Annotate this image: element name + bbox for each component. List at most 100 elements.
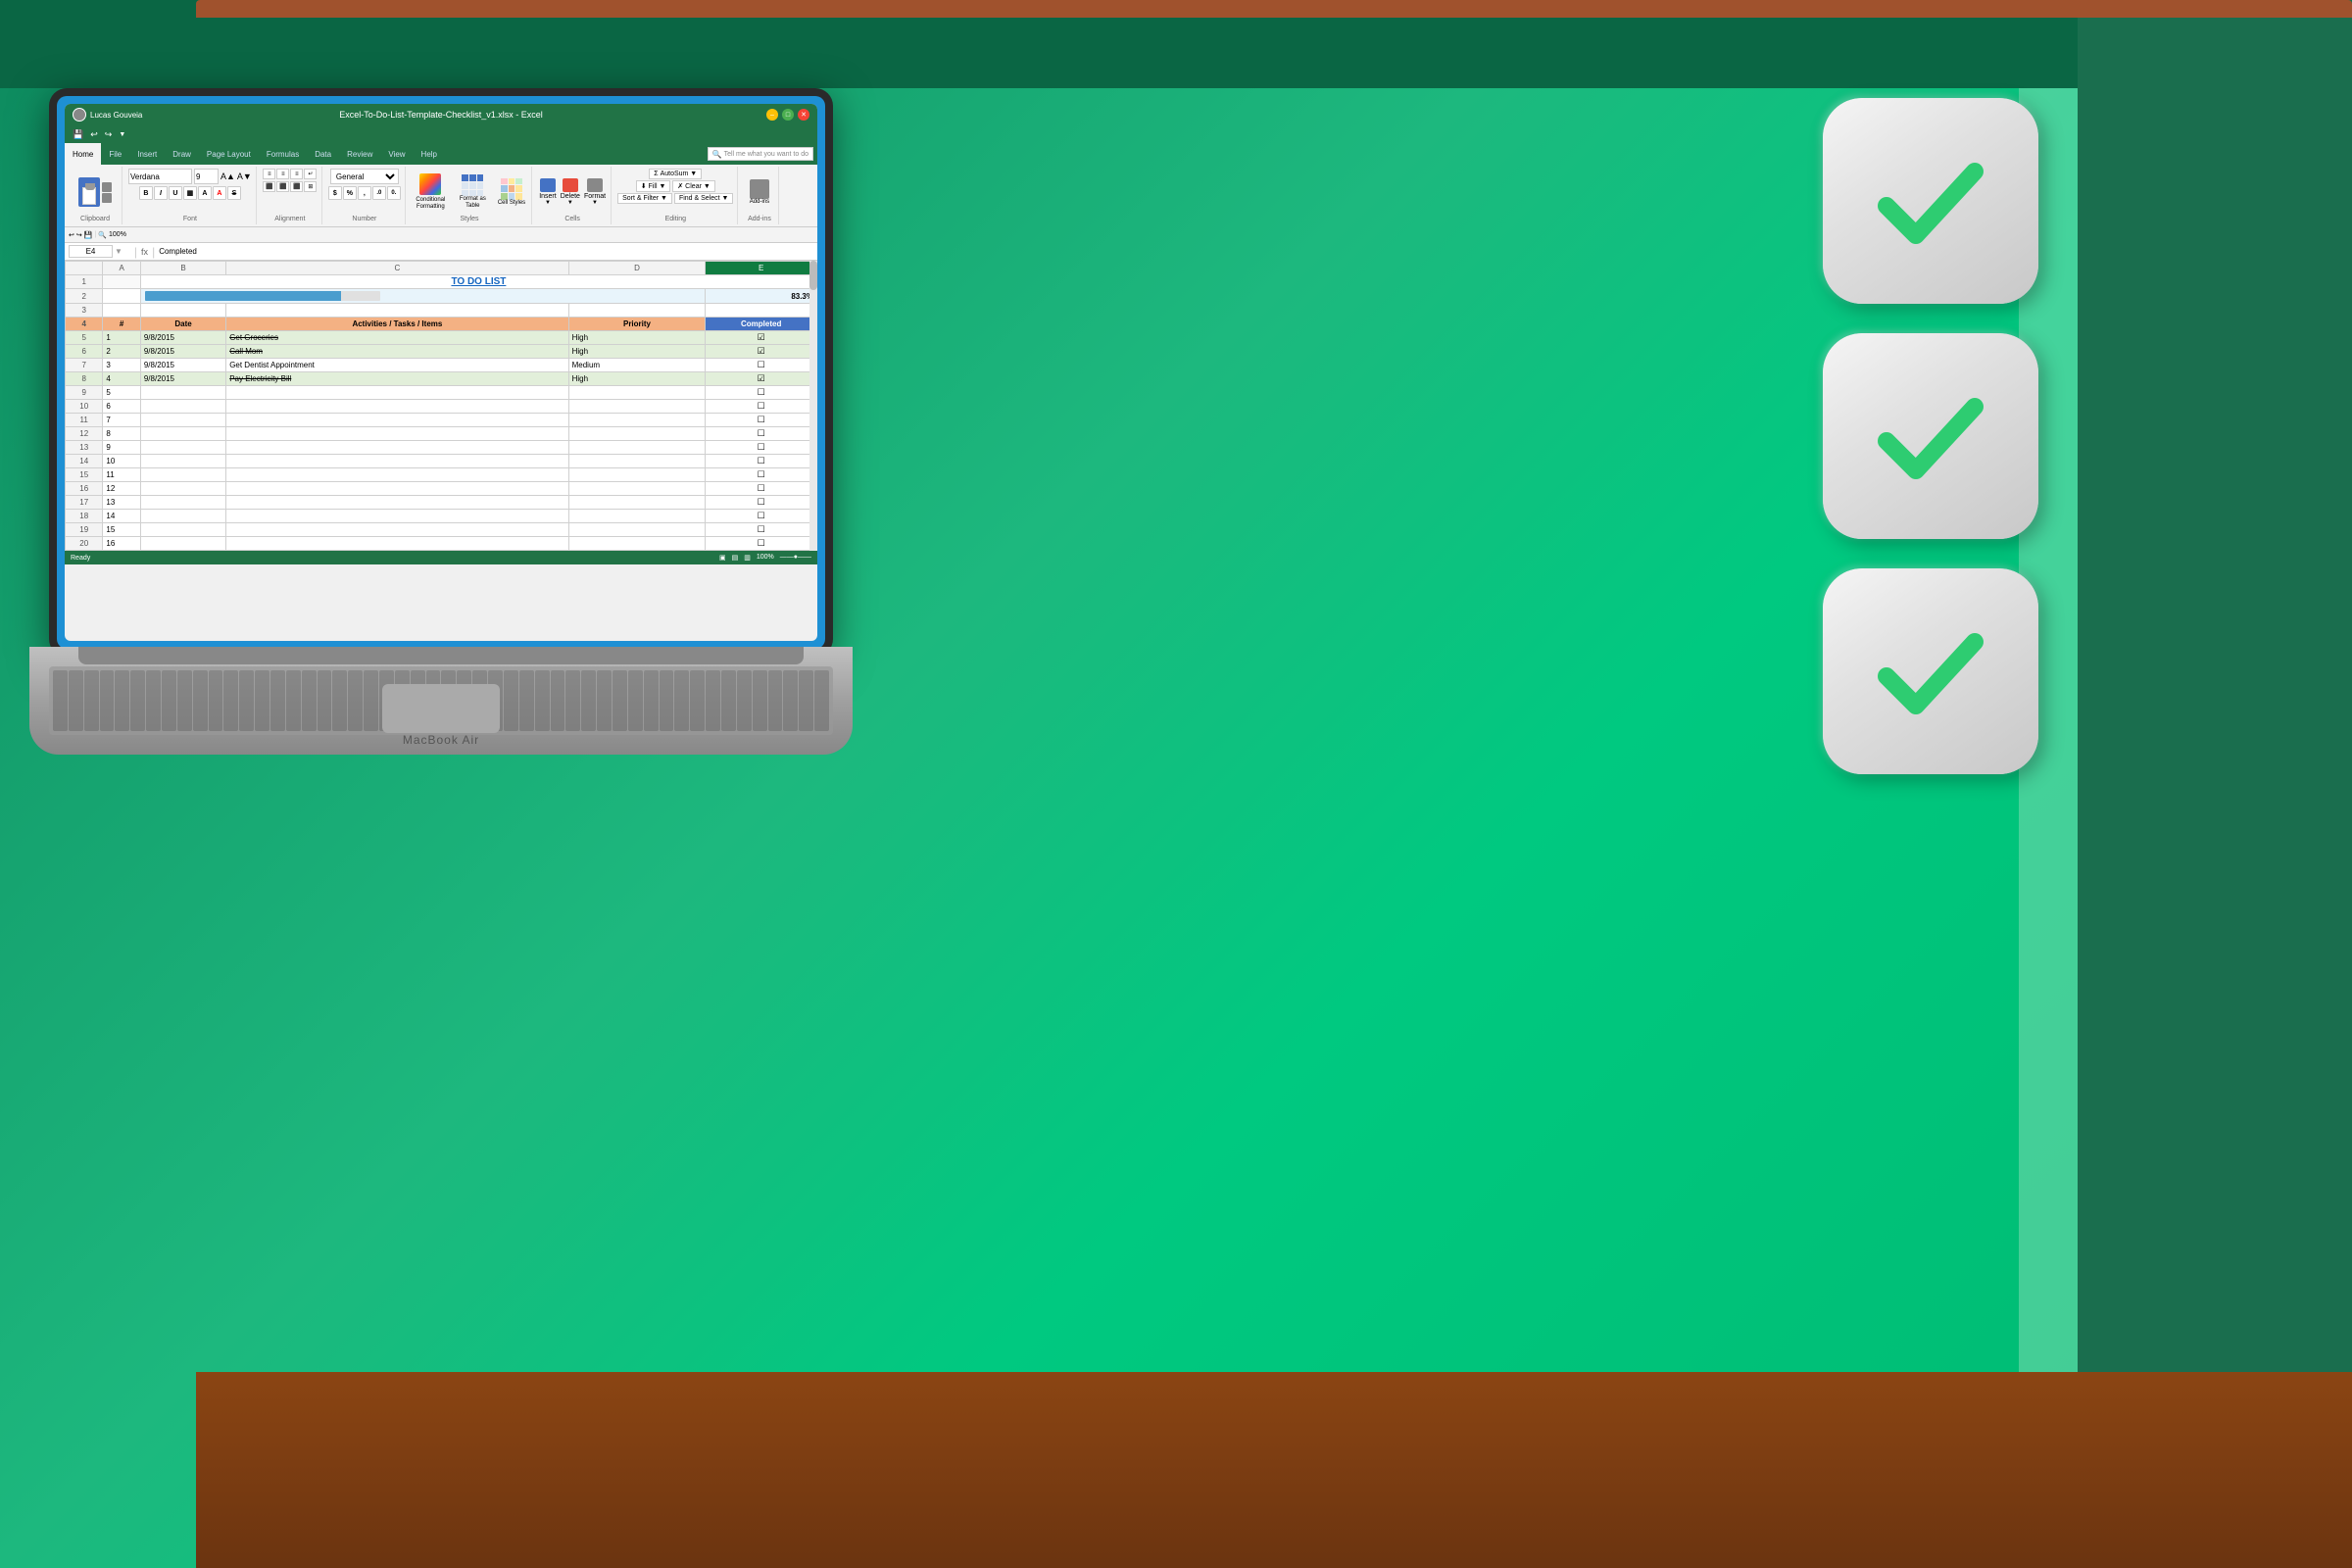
- checkbox-15[interactable]: [758, 525, 765, 534]
- checkbox-13[interactable]: [758, 498, 765, 507]
- scroll-thumb[interactable]: [809, 261, 817, 290]
- r10-e[interactable]: [706, 400, 817, 414]
- r18-c[interactable]: [226, 510, 568, 523]
- checkbox-7[interactable]: [758, 416, 765, 424]
- format-cells-button[interactable]: Format ▼: [583, 177, 607, 207]
- r15-d[interactable]: [568, 468, 706, 482]
- comma-button[interactable]: ,: [358, 186, 371, 200]
- r17-e[interactable]: [706, 496, 817, 510]
- align-right-button[interactable]: ⬛: [290, 181, 303, 192]
- r9-e[interactable]: [706, 386, 817, 400]
- font-name-input[interactable]: [128, 169, 192, 184]
- underline-button[interactable]: U: [169, 186, 182, 200]
- r13-b[interactable]: [140, 441, 225, 455]
- r11-e[interactable]: [706, 414, 817, 427]
- checkbox-12[interactable]: [758, 484, 765, 493]
- align-top-left-button[interactable]: ≡: [263, 169, 275, 179]
- tab-file[interactable]: File: [101, 143, 129, 165]
- r13-d[interactable]: [568, 441, 706, 455]
- checkbox-3[interactable]: [758, 361, 765, 369]
- percent-button[interactable]: %: [343, 186, 357, 200]
- name-box-dropdown[interactable]: ▼: [115, 247, 122, 256]
- border-button[interactable]: ▦: [183, 186, 197, 200]
- tab-home[interactable]: Home: [65, 143, 101, 165]
- r13-e[interactable]: [706, 441, 817, 455]
- row1-priority[interactable]: High: [568, 331, 706, 345]
- addins-button[interactable]: Add-ins: [748, 177, 771, 207]
- r10-d[interactable]: [568, 400, 706, 414]
- r3-e[interactable]: [706, 304, 817, 318]
- r11-b[interactable]: [140, 414, 225, 427]
- insert-cells-button[interactable]: Insert ▼: [538, 177, 558, 207]
- tab-insert[interactable]: Insert: [129, 143, 165, 165]
- r16-b[interactable]: [140, 482, 225, 496]
- decrease-decimal-button[interactable]: 0.: [387, 186, 401, 200]
- r9-b[interactable]: [140, 386, 225, 400]
- checkbox-6[interactable]: [758, 402, 765, 411]
- number-format-select[interactable]: General: [330, 169, 399, 184]
- align-top-center-button[interactable]: ≡: [276, 169, 289, 179]
- r12-c[interactable]: [226, 427, 568, 441]
- checkbox-5[interactable]: [758, 388, 765, 397]
- cell-styles-button[interactable]: Cell Styles: [496, 176, 527, 209]
- col-header-c[interactable]: C: [226, 262, 568, 275]
- row1-num[interactable]: 1: [103, 331, 140, 345]
- bold-button[interactable]: B: [139, 186, 153, 200]
- r12-b[interactable]: [140, 427, 225, 441]
- r14-b[interactable]: [140, 455, 225, 468]
- r3-b[interactable]: [140, 304, 225, 318]
- strikethrough-button[interactable]: S: [227, 186, 241, 200]
- col-header-a[interactable]: A: [103, 262, 140, 275]
- checkbox-11[interactable]: [758, 470, 765, 479]
- qa-undo-button[interactable]: ↩: [88, 128, 100, 141]
- col-header-d[interactable]: D: [568, 262, 706, 275]
- r18-b[interactable]: [140, 510, 225, 523]
- autosum-button[interactable]: Σ AutoSum ▼: [649, 169, 702, 179]
- r18-e[interactable]: [706, 510, 817, 523]
- find-select-button[interactable]: Find & Select ▼: [674, 193, 734, 204]
- tab-view[interactable]: View: [380, 143, 413, 165]
- r20-b[interactable]: [140, 537, 225, 551]
- checkbox-4[interactable]: [758, 374, 765, 383]
- close-button[interactable]: ✕: [798, 109, 809, 121]
- format-as-table-button[interactable]: Format as Table: [454, 172, 492, 211]
- row4-priority[interactable]: High: [568, 372, 706, 386]
- checkbox-1[interactable]: [758, 333, 765, 342]
- save-btn2[interactable]: 💾: [84, 231, 93, 239]
- row3-completed[interactable]: [706, 359, 817, 372]
- row1-task[interactable]: Get Groceries: [226, 331, 568, 345]
- qa-redo-button[interactable]: ↪: [103, 128, 115, 141]
- r16-c[interactable]: [226, 482, 568, 496]
- r13-c[interactable]: [226, 441, 568, 455]
- delete-dropdown[interactable]: ▼: [567, 200, 573, 206]
- minimize-button[interactable]: –: [766, 109, 778, 121]
- maximize-button[interactable]: □: [782, 109, 794, 121]
- r14-d[interactable]: [568, 455, 706, 468]
- clear-button[interactable]: ✗ Clear ▼: [672, 180, 714, 192]
- r10-c[interactable]: [226, 400, 568, 414]
- r17-d[interactable]: [568, 496, 706, 510]
- r11-c[interactable]: [226, 414, 568, 427]
- r18-a[interactable]: 14: [103, 510, 140, 523]
- r11-a[interactable]: 7: [103, 414, 140, 427]
- row3-num[interactable]: 3: [103, 359, 140, 372]
- qa-save-button[interactable]: 💾: [71, 128, 85, 141]
- wrap-text-button[interactable]: ↵: [304, 169, 317, 179]
- tab-data[interactable]: Data: [307, 143, 339, 165]
- conditional-formatting-button[interactable]: Conditional Formatting: [412, 172, 450, 212]
- font-shrink-button[interactable]: A▼: [237, 172, 252, 181]
- checkbox-9[interactable]: [758, 443, 765, 452]
- r12-a[interactable]: 8: [103, 427, 140, 441]
- tab-review[interactable]: Review: [339, 143, 380, 165]
- row3-date[interactable]: 9/8/2015: [140, 359, 225, 372]
- undo-btn2[interactable]: ↩: [69, 231, 74, 239]
- row1-completed[interactable]: [706, 331, 817, 345]
- r11-d[interactable]: [568, 414, 706, 427]
- col-header-b[interactable]: B: [140, 262, 225, 275]
- align-center-button[interactable]: ⬛: [276, 181, 289, 192]
- row3-priority[interactable]: Medium: [568, 359, 706, 372]
- checkbox-14[interactable]: [758, 512, 765, 520]
- align-top-right-button[interactable]: ≡: [290, 169, 303, 179]
- r20-c[interactable]: [226, 537, 568, 551]
- r17-a[interactable]: 13: [103, 496, 140, 510]
